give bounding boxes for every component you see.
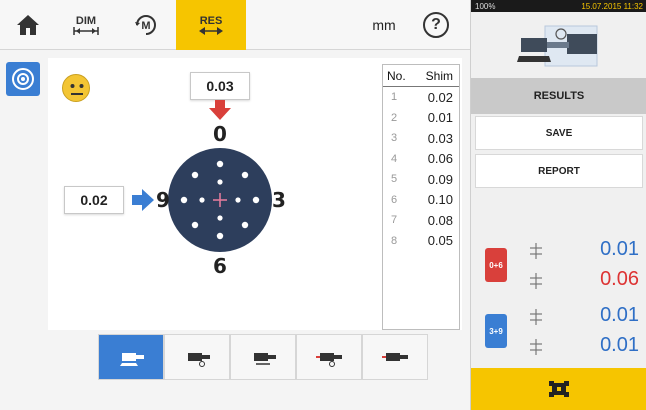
machine-shim-remove-icon bbox=[316, 353, 342, 367]
col-no-header: No. bbox=[387, 68, 406, 83]
row-no: 6 bbox=[391, 193, 398, 206]
unit-selector[interactable]: mm bbox=[360, 0, 408, 50]
machine-static-icon bbox=[120, 353, 144, 366]
clock-label-6: 6 bbox=[213, 254, 227, 278]
machine-function-button[interactable] bbox=[471, 368, 646, 410]
horizontal-angle-value: 0.01 bbox=[600, 334, 639, 356]
clock-label-3: 3 bbox=[272, 188, 286, 212]
table-row: 5 0.09 bbox=[383, 169, 459, 190]
table-row: 1 0.02 bbox=[383, 87, 459, 108]
vertical-tag: 0+6 bbox=[485, 248, 507, 282]
measure-button[interactable]: M bbox=[116, 0, 176, 50]
dim-label: DIM bbox=[75, 15, 97, 27]
angle-symbol-icon bbox=[530, 273, 542, 289]
home-icon bbox=[17, 15, 39, 35]
left-shim-value-box[interactable]: 0.02 bbox=[64, 186, 124, 214]
save-label: SAVE bbox=[545, 127, 573, 139]
top-toolbar: DIM M RES mm ? bbox=[0, 0, 470, 50]
res-label: RES bbox=[199, 15, 223, 27]
table-row: 3 0.03 bbox=[383, 128, 459, 149]
measure-rotation-icon: M bbox=[135, 15, 156, 35]
results-panel: 100% 15.07.2015 11:32 RESULTS SAVE REPOR… bbox=[470, 0, 646, 410]
dimension-arrow-icon bbox=[73, 27, 99, 35]
row-shim: 0.08 bbox=[427, 212, 453, 228]
row-shim: 0.03 bbox=[427, 130, 453, 146]
mode-button-1[interactable] bbox=[98, 334, 164, 380]
table-row: 4 0.06 bbox=[383, 149, 459, 170]
dimensions-button[interactable]: DIM bbox=[56, 0, 116, 50]
vertical-tag-icon: 0+6 bbox=[479, 236, 513, 294]
row-no: 2 bbox=[391, 111, 398, 124]
machine-shim-add-icon bbox=[254, 353, 276, 365]
shim-table: No. Shim 1 0.02 2 0.01 3 0.03 4 0.06 5 0.09 6… bbox=[382, 64, 460, 330]
table-row: 2 0.01 bbox=[383, 108, 459, 129]
help-glyph: ? bbox=[431, 16, 441, 33]
machine-train-thumbnail[interactable] bbox=[471, 12, 646, 74]
app-frame: DIM M RES mm ? 0.03 0.02 0 3 6 9 No. Shi… bbox=[0, 0, 646, 410]
row-shim: 0.06 bbox=[427, 151, 453, 167]
row-no: 8 bbox=[391, 234, 398, 247]
help-icon: ? bbox=[423, 12, 449, 38]
table-row: 8 0.05 bbox=[383, 231, 459, 252]
left-shim-value: 0.02 bbox=[80, 192, 108, 208]
view-toggle-button[interactable] bbox=[6, 62, 40, 96]
mode-button-4[interactable] bbox=[296, 334, 362, 380]
row-shim: 0.09 bbox=[427, 171, 453, 187]
clock-label-0: 0 bbox=[213, 122, 227, 146]
machine-flip-icon bbox=[382, 353, 408, 361]
horizontal-offset-value: 0.01 bbox=[600, 304, 639, 326]
tolerance-status-icon bbox=[62, 74, 90, 102]
status-clock: 15.07.2015 11:32 bbox=[581, 1, 643, 11]
save-button[interactable]: SAVE bbox=[475, 116, 643, 150]
row-shim: 0.02 bbox=[427, 89, 453, 105]
mode-button-2[interactable] bbox=[164, 334, 230, 380]
blue-shim-arrow bbox=[132, 189, 154, 211]
machine-move-icon bbox=[188, 353, 210, 367]
horizontal-tag: 3+9 bbox=[485, 314, 507, 348]
red-shim-arrow bbox=[209, 100, 231, 120]
mode-button-3[interactable] bbox=[230, 334, 296, 380]
results-header: RESULTS bbox=[471, 78, 646, 114]
table-row: 7 0.08 bbox=[383, 210, 459, 231]
offset-symbol-icon bbox=[530, 243, 542, 259]
row-no: 7 bbox=[391, 214, 398, 227]
row-shim: 0.10 bbox=[427, 192, 453, 208]
offset-symbol-icon bbox=[530, 309, 542, 325]
row-no: 4 bbox=[391, 152, 398, 165]
row-no: 3 bbox=[391, 132, 398, 145]
battery-indicator: 100% bbox=[475, 1, 496, 11]
report-label: REPORT bbox=[538, 165, 580, 177]
col-shim-header: Shim bbox=[425, 68, 453, 83]
svg-text:M: M bbox=[141, 20, 150, 32]
row-no: 1 bbox=[391, 91, 398, 104]
machine-mode-bar bbox=[98, 334, 428, 380]
target-view-icon bbox=[12, 68, 34, 90]
unit-label: mm bbox=[372, 17, 396, 33]
status-bar: 100% 15.07.2015 11:32 bbox=[471, 0, 646, 12]
top-shim-value-box[interactable]: 0.03 bbox=[190, 72, 250, 100]
help-button[interactable]: ? bbox=[410, 0, 462, 50]
vertical-offset-value: 0.01 bbox=[600, 238, 639, 260]
results-arrows-icon bbox=[199, 27, 223, 35]
horizontal-results: 3+9 0.01 0.01 bbox=[471, 302, 646, 364]
home-button[interactable] bbox=[0, 0, 56, 50]
report-button[interactable]: REPORT bbox=[475, 154, 643, 188]
vertical-angle-value: 0.06 bbox=[600, 268, 639, 290]
machine-feet-icon bbox=[549, 381, 569, 397]
row-no: 5 bbox=[391, 173, 398, 186]
table-row: 6 0.10 bbox=[383, 190, 459, 211]
vertical-results: 0+6 0.01 0.06 bbox=[471, 236, 646, 298]
row-shim: 0.05 bbox=[427, 233, 453, 249]
results-tab[interactable]: RES bbox=[176, 0, 246, 50]
results-header-label: RESULTS bbox=[533, 90, 585, 102]
horizontal-tag-icon: 3+9 bbox=[479, 302, 513, 360]
top-shim-value: 0.03 bbox=[206, 78, 234, 94]
shim-table-header: No. Shim bbox=[383, 65, 459, 87]
machine-train-icon bbox=[517, 25, 598, 67]
row-shim: 0.01 bbox=[427, 110, 453, 126]
mode-button-5[interactable] bbox=[362, 334, 428, 380]
angle-symbol-icon bbox=[530, 339, 542, 355]
clock-label-9: 9 bbox=[156, 188, 170, 212]
